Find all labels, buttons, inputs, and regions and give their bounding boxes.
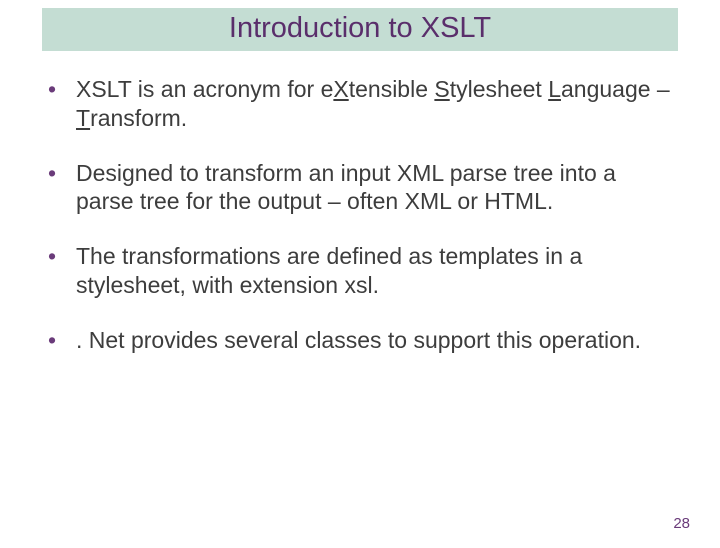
bullet-text: Designed to transform an input XML parse…	[76, 160, 616, 215]
underline-letter: S	[434, 76, 449, 102]
bullet-item: The transformations are defined as templ…	[42, 242, 678, 300]
bullet-item: . Net provides several classes to suppor…	[42, 326, 678, 355]
underline-letter: X	[333, 76, 348, 102]
bullet-text: ransform.	[90, 105, 187, 131]
bullet-text: tylesheet	[450, 76, 548, 102]
underline-letter: L	[548, 76, 561, 102]
bullet-text: anguage –	[561, 76, 670, 102]
bullet-text: The transformations are defined as templ…	[76, 243, 582, 298]
bullet-item: XSLT is an acronym for eXtensible Styles…	[42, 75, 678, 133]
underline-letter: T	[76, 105, 90, 131]
slide-content: XSLT is an acronym for eXtensible Styles…	[0, 51, 720, 354]
page-number: 28	[673, 515, 690, 532]
title-bar: Introduction to XSLT	[42, 8, 678, 51]
bullet-item: Designed to transform an input XML parse…	[42, 159, 678, 217]
bullet-text: . Net provides several classes to suppor…	[76, 327, 641, 353]
bullet-text: XSLT is an acronym for e	[76, 76, 333, 102]
bullet-list: XSLT is an acronym for eXtensible Styles…	[42, 75, 678, 354]
bullet-text: tensible	[349, 76, 435, 102]
slide-title: Introduction to XSLT	[42, 12, 678, 45]
